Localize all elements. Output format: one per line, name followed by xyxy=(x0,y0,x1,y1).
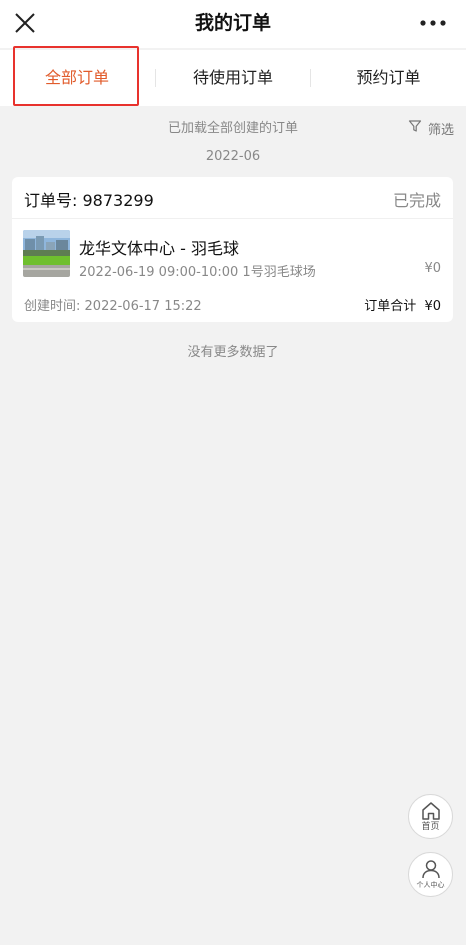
home-label: 首页 xyxy=(421,822,440,832)
item-price: ¥0 xyxy=(424,261,441,276)
booking-slot: 2022-06-19 09:00-10:00 1号羽毛球场 xyxy=(79,265,316,280)
month-group-label: 2022-06 xyxy=(205,149,261,164)
tab-pending-orders[interactable]: 待使用订单 xyxy=(156,50,310,106)
venue-thumbnail xyxy=(23,230,70,277)
created-time-value: 2022-06-17 15:22 xyxy=(84,299,202,314)
home-icon xyxy=(420,800,442,822)
order-number-value: 9873299 xyxy=(82,191,154,210)
tab-all-orders[interactable]: 全部订单 xyxy=(14,50,140,106)
created-time-label: 创建时间: xyxy=(24,299,81,314)
order-total-value: ¥0 xyxy=(424,299,441,314)
no-more-data-message: 没有更多数据了 xyxy=(187,345,279,360)
venue-name: 龙华文体中心 - 羽毛球 xyxy=(79,239,239,258)
created-time: 创建时间: 2022-06-17 15:22 xyxy=(24,295,202,314)
header-bar: 我的订单 xyxy=(0,0,466,48)
order-status: 已完成 xyxy=(392,191,441,210)
order-total-label: 订单合计 xyxy=(364,299,417,314)
more-icon[interactable] xyxy=(418,12,448,34)
tab-reservation-orders[interactable]: 预约订单 xyxy=(311,50,466,106)
user-icon xyxy=(420,858,442,880)
loaded-all-message: 已加载全部创建的订单 xyxy=(167,121,298,136)
order-card[interactable]: 订单号: 9873299 已完成 龙华文体中心 - 羽毛球 2022-06-19… xyxy=(12,177,453,322)
filter-icon xyxy=(408,119,422,137)
order-tabs: 全部订单 待使用订单 预约订单 xyxy=(0,46,466,106)
filter-label: 筛选 xyxy=(427,122,454,138)
close-icon[interactable] xyxy=(12,10,38,36)
page-title: 我的订单 xyxy=(194,12,271,34)
filter-button[interactable]: 筛选 xyxy=(408,118,454,138)
profile-button[interactable]: 个人中心 xyxy=(408,852,453,897)
order-number-label: 订单号: xyxy=(24,191,78,210)
card-divider xyxy=(12,218,453,219)
order-number: 订单号: 9873299 xyxy=(24,187,154,211)
home-button[interactable]: 首页 xyxy=(408,794,453,839)
order-total: 订单合计 ¥0 xyxy=(364,295,441,314)
profile-label: 个人中心 xyxy=(416,881,445,889)
